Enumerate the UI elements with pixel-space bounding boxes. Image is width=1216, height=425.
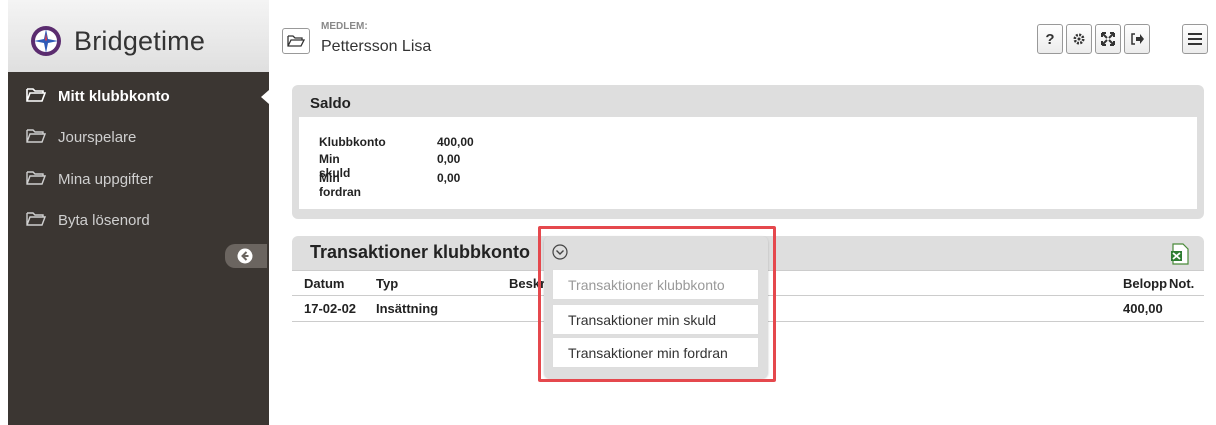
- saldo-panel: Saldo Klubbkonto 400,00 Min skuld 0,00 M…: [292, 85, 1204, 219]
- expand-icon: [1101, 32, 1115, 46]
- highlight-box: [538, 226, 776, 382]
- col-belopp: Belopp: [1123, 276, 1168, 291]
- gear-icon: [1073, 33, 1085, 45]
- member-name: Pettersson Lisa: [321, 38, 432, 55]
- fullscreen-button[interactable]: [1095, 24, 1121, 54]
- logout-icon: [1131, 33, 1144, 45]
- help-button[interactable]: ?: [1037, 24, 1063, 54]
- member-folder-button[interactable]: [282, 28, 310, 54]
- sidebar-item-byta-losenord[interactable]: Byta lösenord: [8, 200, 269, 240]
- settings-button[interactable]: [1066, 24, 1092, 54]
- folder-open-icon: [287, 35, 305, 47]
- compass-logo-icon: [31, 26, 61, 56]
- sidebar-item-jourspelare[interactable]: Jourspelare: [8, 117, 269, 157]
- saldo-value: 400,00: [437, 135, 474, 149]
- sidebar-item-label: Jourspelare: [58, 129, 137, 146]
- sidebar-item-label: Mitt klubbkonto: [58, 88, 170, 105]
- sidebar-item-mitt-klubbkonto[interactable]: Mitt klubbkonto: [8, 76, 269, 116]
- sidebar-item-mina-uppgifter[interactable]: Mina uppgifter: [8, 159, 269, 199]
- cell-belopp: 400,00: [1123, 301, 1163, 316]
- hamburger-icon: [1188, 33, 1202, 45]
- folder-open-icon: [26, 129, 46, 143]
- arrow-left-circle-icon: [237, 248, 253, 264]
- saldo-label: Klubbkonto: [319, 135, 386, 149]
- saldo-label: Min fordran: [319, 171, 361, 199]
- logout-button[interactable]: [1124, 24, 1150, 54]
- saldo-value: 0,00: [437, 152, 461, 166]
- app-name: Bridgetime: [74, 26, 206, 56]
- col-typ: Typ: [376, 276, 399, 291]
- folder-open-icon: [26, 88, 46, 102]
- member-label: MEDLEM:: [321, 21, 368, 32]
- col-datum: Datum: [304, 276, 345, 291]
- collapse-sidebar-button[interactable]: [225, 244, 267, 268]
- col-not: Not.: [1169, 276, 1195, 291]
- active-indicator: [261, 90, 269, 104]
- cell-datum: 17-02-02: [304, 301, 357, 316]
- excel-export-icon[interactable]: [1170, 243, 1190, 265]
- sidebar: Mitt klubbkonto Jourspelare Mina uppgift…: [8, 72, 269, 425]
- saldo-value: 0,00: [437, 171, 461, 185]
- transactions-title: Transaktioner klubbkonto: [310, 242, 531, 262]
- sidebar-item-label: Byta lösenord: [58, 212, 150, 229]
- cell-typ: Insättning: [376, 301, 439, 316]
- saldo-body: Klubbkonto 400,00 Min skuld 0,00 Min for…: [299, 117, 1197, 209]
- help-icon: ?: [1045, 30, 1055, 48]
- sidebar-item-label: Mina uppgifter: [58, 171, 154, 188]
- menu-button[interactable]: [1182, 24, 1208, 54]
- folder-open-icon: [26, 171, 46, 185]
- folder-open-icon: [26, 212, 46, 226]
- saldo-title: Saldo: [310, 95, 351, 112]
